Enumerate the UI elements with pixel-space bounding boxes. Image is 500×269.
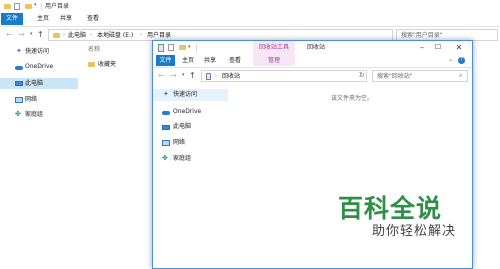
network-icon	[162, 140, 170, 146]
sidebar-item-onedrive[interactable]: OneDrive	[153, 107, 228, 117]
search-icon[interactable]: ⌕	[459, 73, 462, 79]
front-search-box[interactable]: 搜索"回收站" ⌕	[372, 70, 468, 82]
sidebar-item-homegroup[interactable]: ✤ 家庭组	[153, 154, 228, 164]
properties-icon[interactable]	[14, 3, 20, 10]
close-button[interactable]: ✕	[453, 43, 465, 52]
watermark-logo: 百科全说	[338, 194, 443, 223]
cloud-icon	[162, 111, 170, 115]
new-folder-icon[interactable]	[179, 45, 186, 50]
tab-view[interactable]: 查看	[229, 58, 241, 64]
recent-dropdown-icon[interactable]: ▾	[182, 73, 185, 78]
ribbon-divider	[0, 26, 500, 27]
back-window-title: 用户目录	[45, 3, 70, 10]
folder-icon	[4, 4, 11, 9]
tab-share[interactable]: 共享	[60, 16, 72, 22]
back-sidebar: ✦ 快速访问 OneDrive 此电脑 网络 ✤ 家庭组	[0, 44, 78, 269]
tab-home[interactable]: 主页	[182, 58, 194, 64]
recycle-bin-icon	[158, 44, 164, 52]
front-address-bar[interactable]: › 回收站 ⌄	[201, 70, 367, 82]
new-folder-icon[interactable]	[25, 4, 32, 9]
back-arrow-icon[interactable]: ←	[158, 72, 165, 80]
breadcrumb-recycle-bin[interactable]: 回收站	[222, 74, 240, 80]
back-search-input[interactable]: 搜索"用户目录"	[401, 33, 443, 39]
address-folder-icon	[53, 33, 60, 38]
sidebar-item-onedrive[interactable]: OneDrive	[0, 62, 78, 72]
computer-icon	[15, 81, 23, 86]
homegroup-icon: ✤	[162, 154, 168, 162]
watermark-slogan: 助你轻松解决	[372, 224, 457, 239]
recent-dropdown-icon[interactable]: ▾	[30, 32, 33, 37]
cloud-icon	[15, 66, 23, 70]
front-ribbon-tabs: 文件 主页 共享 查看 管理 ⌄ ?	[153, 55, 472, 66]
breadcrumb-sep-icon: ›	[215, 73, 217, 79]
sidebar-item-label: 家庭组	[25, 111, 44, 118]
sidebar-item-this-pc[interactable]: 此电脑	[153, 122, 228, 132]
empty-folder-message: 该文件夹为空。	[331, 95, 374, 102]
ribbon-collapse-icon[interactable]: ⌄	[448, 57, 453, 63]
qat-dropdown-icon[interactable]: ▾	[188, 45, 191, 50]
title-separator	[41, 3, 42, 10]
tab-file[interactable]: 文件	[156, 55, 175, 66]
front-title-bar: ▾ 回收站工具 回收站 – ☐ ✕	[153, 41, 472, 55]
homegroup-icon: ✤	[15, 110, 21, 118]
sidebar-item-label: 网络	[173, 139, 186, 146]
folder-icon	[88, 62, 95, 67]
forward-arrow-icon[interactable]: →	[170, 72, 177, 80]
minimize-button[interactable]: –	[416, 43, 428, 52]
forward-arrow-icon[interactable]: →	[18, 31, 25, 39]
sidebar-item-label: OneDrive	[25, 63, 54, 70]
sidebar-item-this-pc[interactable]: 此电脑	[0, 78, 78, 89]
breadcrumb-user-dir[interactable]: 用户目录	[147, 33, 171, 39]
context-tab-header: 回收站工具	[253, 41, 295, 55]
sidebar-item-quick-access[interactable]: ✦ 快速访问	[0, 47, 78, 57]
up-arrow-icon[interactable]: ↑	[37, 31, 44, 39]
back-ribbon-tabs: 文件 主页 共享 查看	[0, 13, 500, 25]
front-nav-row: ← → ▾ ↑ › 回收站 ⌄ ↻ 搜索"回收站" ⌕	[153, 69, 472, 83]
tab-view[interactable]: 查看	[87, 16, 99, 22]
sidebar-item-network[interactable]: 网络	[0, 95, 78, 105]
breadcrumb-this-pc[interactable]: 此电脑	[68, 33, 86, 39]
title-separator	[196, 44, 197, 52]
refresh-icon[interactable]: ↻	[359, 72, 365, 79]
front-sidebar: ✦ 快速访问 OneDrive 此电脑 网络 ✤ 家庭组	[153, 89, 228, 269]
help-icon[interactable]: ?	[458, 57, 465, 64]
file-row[interactable]: 收藏夹	[86, 60, 148, 70]
column-header-name[interactable]: 名称	[88, 47, 100, 53]
sidebar-item-label: 网络	[25, 96, 38, 103]
breadcrumb-sep-icon: ›	[140, 32, 142, 38]
back-title-bar: ▾ 用户目录	[0, 0, 500, 13]
ribbon-divider	[153, 67, 472, 68]
maximize-button[interactable]: ☐	[432, 43, 444, 52]
sidebar-item-quick-access[interactable]: ✦ 快速访问	[153, 89, 228, 101]
front-window-title: 回收站	[307, 44, 326, 51]
breadcrumb-drive[interactable]: 本地磁盘 (E:)	[97, 33, 133, 39]
tab-manage[interactable]: 管理	[253, 55, 295, 66]
tab-share[interactable]: 共享	[204, 58, 216, 64]
up-arrow-icon[interactable]: ↑	[189, 72, 196, 80]
front-search-input[interactable]: 搜索"回收站"	[377, 74, 413, 80]
back-arrow-icon[interactable]: ←	[6, 31, 13, 39]
star-icon: ✦	[16, 47, 22, 55]
sidebar-item-network[interactable]: 网络	[153, 138, 228, 148]
address-recycle-icon	[206, 73, 211, 80]
star-icon: ✦	[163, 90, 169, 98]
sidebar-item-label: 快速访问	[25, 48, 50, 55]
sidebar-item-label: 快速访问	[173, 91, 198, 98]
watermark: 百科全说 助你轻松解决	[338, 196, 468, 242]
network-icon	[15, 97, 23, 103]
breadcrumb-sep-icon: ›	[63, 32, 65, 38]
properties-icon[interactable]	[168, 44, 174, 51]
file-name: 收藏夹	[98, 61, 117, 68]
sidebar-item-label: 此电脑	[173, 123, 192, 130]
sidebar-item-label: OneDrive	[173, 108, 202, 115]
computer-icon	[162, 125, 170, 130]
qat-dropdown-icon[interactable]: ▾	[34, 3, 37, 8]
tab-file[interactable]: 文件	[1, 13, 23, 25]
sidebar-item-label: 此电脑	[25, 80, 44, 87]
breadcrumb-sep-icon: ›	[90, 32, 92, 38]
sidebar-item-label: 家庭组	[173, 155, 192, 162]
sidebar-item-homegroup[interactable]: ✤ 家庭组	[0, 110, 78, 120]
tab-home[interactable]: 主页	[37, 16, 49, 22]
